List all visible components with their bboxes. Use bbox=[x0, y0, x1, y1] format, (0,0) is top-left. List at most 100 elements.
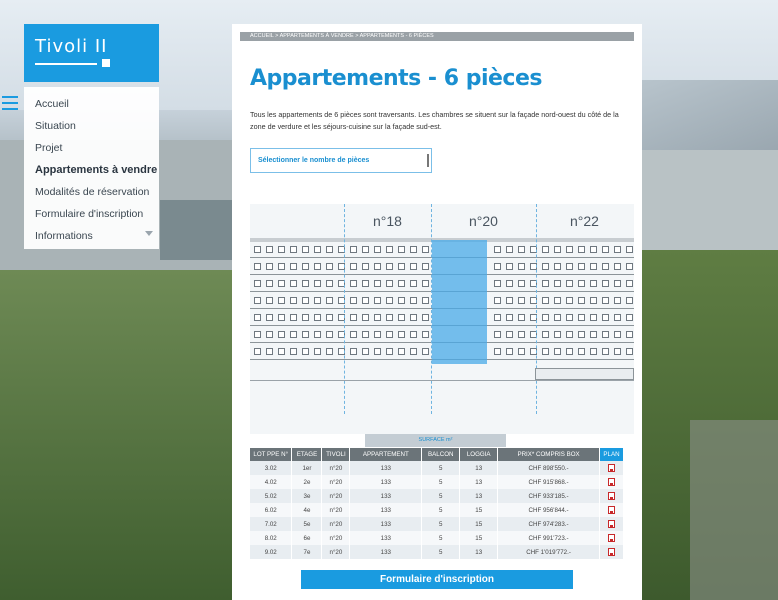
window bbox=[518, 331, 525, 338]
window bbox=[398, 331, 405, 338]
window bbox=[266, 297, 273, 304]
room-count-select[interactable]: Sélectionner le nombre de pièces bbox=[250, 148, 432, 173]
window bbox=[614, 263, 621, 270]
breadcrumb[interactable]: ACCUEIL > APPARTEMENTS À VENDRE > APPART… bbox=[240, 32, 634, 41]
window bbox=[422, 280, 429, 287]
chevron-down-icon[interactable] bbox=[145, 231, 153, 236]
pdf-icon[interactable] bbox=[607, 492, 615, 500]
window bbox=[518, 297, 525, 304]
window bbox=[614, 246, 621, 253]
window bbox=[614, 314, 621, 321]
site-logo[interactable]: Tivoli II bbox=[24, 24, 159, 82]
table-cell: 5.02 bbox=[250, 489, 293, 503]
window bbox=[578, 280, 585, 287]
window bbox=[398, 348, 405, 355]
content-panel: ACCUEIL > APPARTEMENTS À VENDRE > APPART… bbox=[232, 24, 642, 600]
window bbox=[422, 246, 429, 253]
window bbox=[590, 348, 597, 355]
plan-cell bbox=[599, 531, 625, 545]
window bbox=[362, 246, 369, 253]
table-cell: CHF 956'844.- bbox=[497, 503, 600, 517]
apartments-table: LOT PPE N° ETAGE TIVOLI APPARTEMENT BALC… bbox=[250, 448, 625, 559]
window bbox=[398, 280, 405, 287]
table-cell: 1er bbox=[291, 461, 323, 475]
window bbox=[626, 331, 633, 338]
nav-item-informations[interactable]: Informations bbox=[35, 230, 93, 242]
pdf-icon[interactable] bbox=[607, 464, 615, 472]
nav-item-formulaire[interactable]: Formulaire d'inscription bbox=[35, 208, 143, 220]
nav-item-accueil[interactable]: Accueil bbox=[35, 98, 69, 110]
window bbox=[362, 280, 369, 287]
table-cell: 8.02 bbox=[250, 531, 293, 545]
table-row: 4.02 2e n°20 133 5 13 CHF 915'868.- bbox=[250, 475, 625, 489]
building-number-18[interactable]: n°18 bbox=[373, 213, 402, 229]
window bbox=[314, 263, 321, 270]
nav-item-modalites[interactable]: Modalités de réservation bbox=[35, 186, 149, 198]
table-cell: 5e bbox=[291, 517, 323, 531]
table-cell: 133 bbox=[349, 503, 423, 517]
hamburger-menu-icon[interactable] bbox=[2, 96, 18, 110]
building-number-22[interactable]: n°22 bbox=[570, 213, 599, 229]
window bbox=[314, 297, 321, 304]
pdf-icon[interactable] bbox=[607, 506, 615, 514]
window bbox=[278, 246, 285, 253]
table-cell: 13 bbox=[459, 475, 499, 489]
col-tivoli: TIVOLI bbox=[321, 448, 351, 461]
window bbox=[566, 348, 573, 355]
window bbox=[254, 331, 261, 338]
window bbox=[518, 314, 525, 321]
window bbox=[410, 331, 417, 338]
table-cell: CHF 974'283.- bbox=[497, 517, 600, 531]
window bbox=[602, 331, 609, 338]
table-cell: CHF 898'550.- bbox=[497, 461, 600, 475]
pdf-icon[interactable] bbox=[607, 534, 615, 542]
window bbox=[266, 246, 273, 253]
inscription-button[interactable]: Formulaire d'inscription bbox=[301, 570, 573, 589]
selected-apartment-highlight[interactable] bbox=[432, 240, 487, 364]
window bbox=[566, 331, 573, 338]
table-cell: 7e bbox=[291, 545, 323, 559]
window bbox=[362, 297, 369, 304]
window bbox=[398, 314, 405, 321]
col-etage: ETAGE bbox=[291, 448, 323, 461]
window bbox=[590, 331, 597, 338]
window bbox=[398, 297, 405, 304]
window bbox=[410, 263, 417, 270]
plan-cell bbox=[599, 545, 625, 559]
nav-item-appartements[interactable]: Appartements à vendre bbox=[35, 164, 157, 176]
table-cell: CHF 1'019'772.- bbox=[497, 545, 600, 559]
window bbox=[302, 348, 309, 355]
window bbox=[410, 246, 417, 253]
surface-header: SURFACE m² bbox=[365, 434, 506, 447]
table-row: 5.02 3e n°20 133 5 13 CHF 933'185.- bbox=[250, 489, 625, 503]
window bbox=[602, 263, 609, 270]
table-cell: CHF 915'868.- bbox=[497, 475, 600, 489]
window bbox=[506, 263, 513, 270]
window bbox=[506, 331, 513, 338]
main-navigation: Accueil Situation Projet Appartements à … bbox=[24, 87, 159, 249]
table-row: 6.02 4e n°20 133 5 15 CHF 956'844.- bbox=[250, 503, 625, 517]
window bbox=[626, 246, 633, 253]
window bbox=[374, 263, 381, 270]
window bbox=[350, 246, 357, 253]
nav-item-situation[interactable]: Situation bbox=[35, 120, 76, 132]
building-number-20[interactable]: n°20 bbox=[469, 213, 498, 229]
table-cell: 13 bbox=[459, 461, 499, 475]
window bbox=[326, 280, 333, 287]
window bbox=[554, 263, 561, 270]
table-cell: n°20 bbox=[321, 475, 351, 489]
window bbox=[254, 348, 261, 355]
window bbox=[626, 314, 633, 321]
pdf-icon[interactable] bbox=[607, 520, 615, 528]
nav-item-projet[interactable]: Projet bbox=[35, 142, 62, 154]
window bbox=[326, 246, 333, 253]
table-cell: 6.02 bbox=[250, 503, 293, 517]
window bbox=[302, 314, 309, 321]
building-facade-diagram: n°18 n°20 n°22 bbox=[250, 204, 634, 434]
pdf-icon[interactable] bbox=[607, 548, 615, 556]
window bbox=[554, 280, 561, 287]
table-cell: 15 bbox=[459, 531, 499, 545]
plan-cell bbox=[599, 517, 625, 531]
pdf-icon[interactable] bbox=[607, 478, 615, 486]
window bbox=[494, 348, 501, 355]
